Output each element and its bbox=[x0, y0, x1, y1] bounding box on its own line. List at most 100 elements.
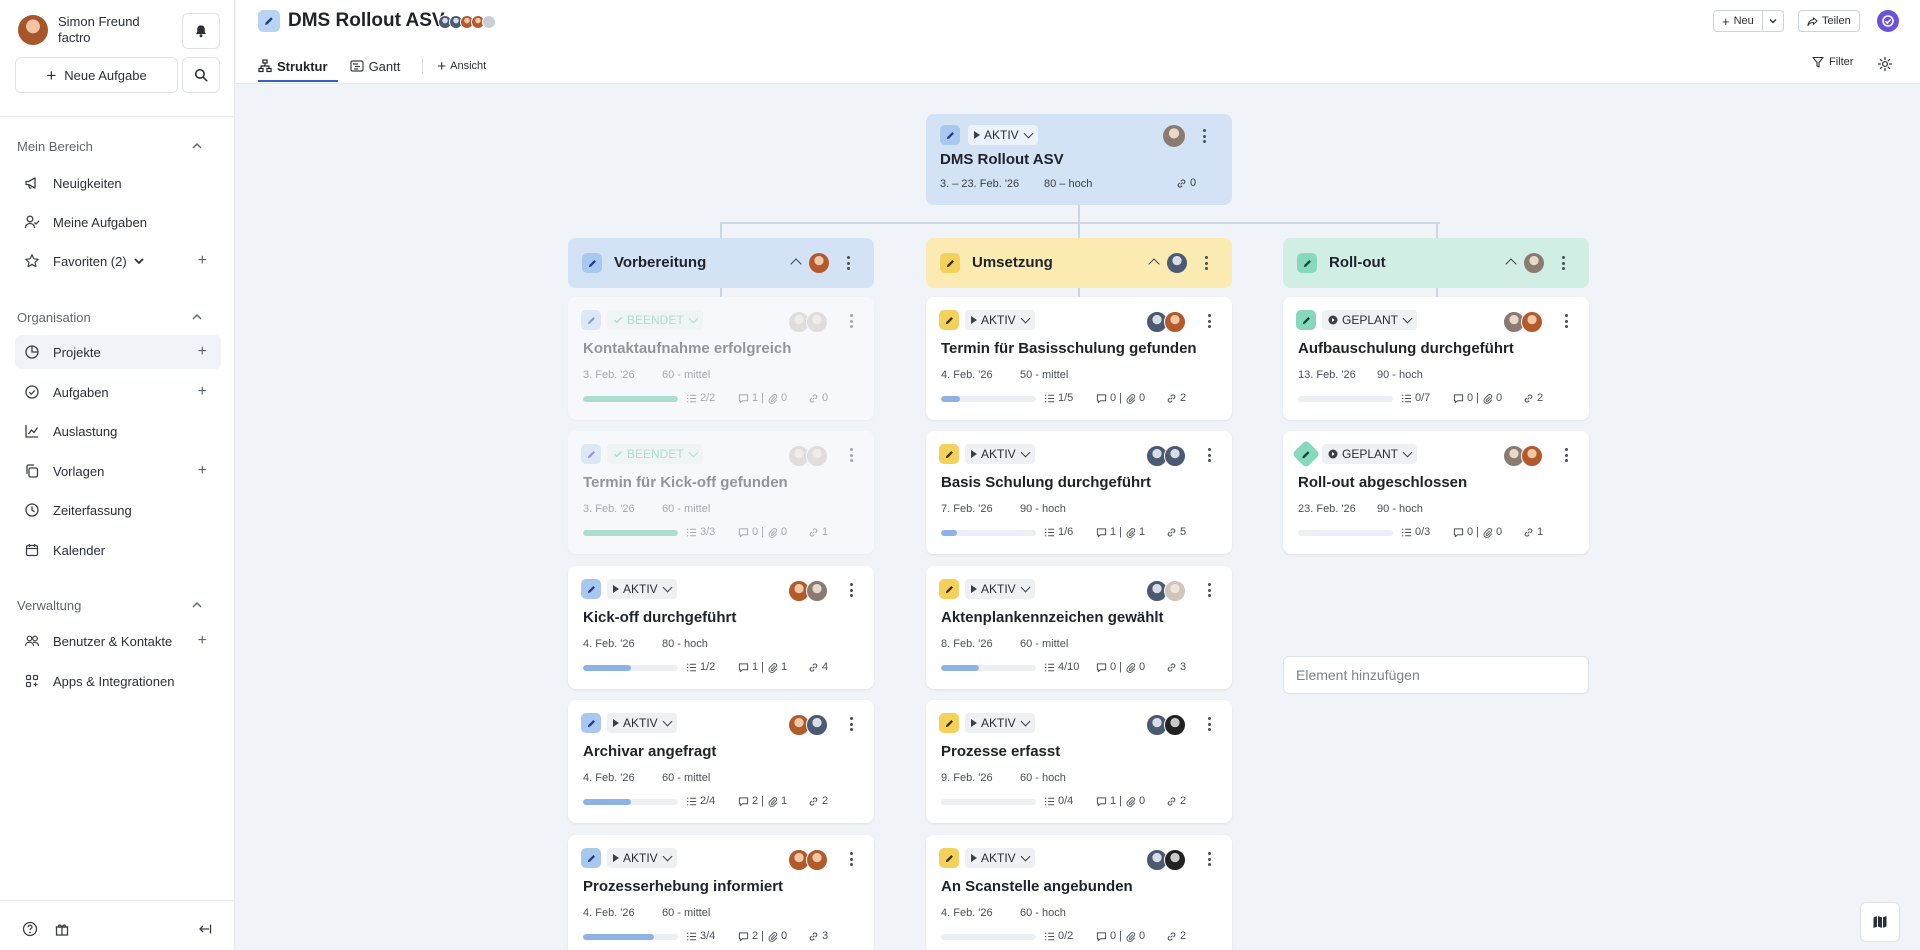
assignee-avatars[interactable] bbox=[788, 445, 828, 467]
subtask-count[interactable]: 3/4 bbox=[686, 930, 715, 942]
task-card[interactable]: AKTIV Termin für Basisschulung gefunden 4.… bbox=[926, 297, 1232, 420]
assignee-avatars[interactable] bbox=[788, 580, 828, 602]
task-links[interactable]: 4 bbox=[808, 661, 828, 673]
avatar[interactable] bbox=[1167, 253, 1187, 273]
status-dropdown[interactable]: AKTIV bbox=[965, 444, 1035, 464]
subtask-count[interactable]: 0/2 bbox=[1044, 930, 1073, 942]
column-header-vorbereitung[interactable]: Vorbereitung bbox=[568, 238, 874, 288]
comments-attachments[interactable]: 2 | 0 bbox=[738, 930, 787, 942]
subtask-count[interactable]: 1/2 bbox=[686, 661, 715, 673]
add-user-icon[interactable]: + bbox=[198, 633, 207, 649]
more-menu-icon[interactable] bbox=[1204, 256, 1208, 270]
avatar[interactable] bbox=[1163, 125, 1185, 147]
tab-struktur[interactable]: Struktur bbox=[258, 56, 328, 76]
chevron-up-icon[interactable] bbox=[1505, 258, 1517, 270]
comments-attachments[interactable]: 0 | 0 bbox=[1453, 392, 1502, 404]
help-icon[interactable] bbox=[22, 921, 38, 937]
sidebar-item-auslastung[interactable]: Auslastung bbox=[15, 414, 221, 448]
comments-attachments[interactable]: 1 | 0 bbox=[1096, 795, 1145, 807]
subtask-count[interactable]: 4/10 bbox=[1044, 661, 1079, 673]
assignee-avatars[interactable] bbox=[1503, 445, 1543, 467]
task-card[interactable]: AKTIV Prozesse erfasst 9. Feb. '26 60 - hoc… bbox=[926, 700, 1232, 823]
task-card[interactable]: AKTIV Prozesserhebung informiert 4. Feb. '… bbox=[568, 835, 874, 950]
task-links[interactable]: 3 bbox=[1166, 661, 1186, 673]
chevron-up-icon[interactable] bbox=[190, 598, 204, 612]
sidebar-item-apps[interactable]: Apps & Integrationen bbox=[15, 664, 221, 698]
more-menu-icon[interactable] bbox=[849, 717, 853, 731]
status-dropdown[interactable]: BEENDET bbox=[607, 444, 703, 464]
more-menu-icon[interactable] bbox=[1207, 852, 1211, 866]
chevron-up-icon[interactable] bbox=[190, 139, 204, 153]
project-root-card[interactable]: AKTIV DMS Rollout ASV 3. – 23. Feb. '26 … bbox=[926, 114, 1232, 205]
task-links[interactable]: 1 bbox=[1523, 526, 1543, 538]
sidebar-item-favoriten[interactable]: Favoriten (2) + bbox=[15, 244, 221, 278]
more-menu-icon[interactable] bbox=[849, 852, 853, 866]
status-dropdown[interactable]: AKTIV bbox=[607, 848, 677, 868]
subtask-count[interactable]: 2/2 bbox=[686, 392, 715, 404]
comments-attachments[interactable]: 0 | 0 bbox=[1096, 661, 1145, 673]
assignee-avatars[interactable] bbox=[788, 714, 828, 736]
search-button[interactable] bbox=[182, 57, 220, 93]
comments-attachments[interactable]: 1 | 0 bbox=[738, 392, 787, 404]
task-card[interactable]: GEPLANT Aufbauschulung durchgeführt 13. Fe… bbox=[1283, 297, 1589, 420]
chevron-up-icon[interactable] bbox=[190, 310, 204, 324]
filter-button[interactable]: Filter bbox=[1812, 56, 1853, 68]
task-card[interactable]: GEPLANT Roll-out abgeschlossen 23. Feb. '2… bbox=[1283, 431, 1589, 554]
new-task-button[interactable]: + Neue Aufgabe bbox=[15, 57, 178, 93]
comments-attachments[interactable]: 0 | 0 bbox=[738, 526, 787, 538]
task-card[interactable]: AKTIV Aktenplankennzeichen gewählt 8. Feb.… bbox=[926, 566, 1232, 689]
task-card[interactable]: AKTIV An Scanstelle angebunden 4. Feb. '26… bbox=[926, 835, 1232, 950]
task-links[interactable]: 2 bbox=[808, 795, 828, 807]
subtask-count[interactable]: 1/5 bbox=[1044, 392, 1073, 404]
more-menu-icon[interactable] bbox=[1207, 448, 1211, 462]
status-dropdown[interactable]: GEPLANT bbox=[1322, 310, 1418, 330]
add-project-icon[interactable]: + bbox=[198, 344, 207, 360]
sidebar-item-vorlagen[interactable]: Vorlagen + bbox=[15, 454, 221, 488]
assignee-avatars[interactable] bbox=[788, 311, 828, 333]
assignee-avatars[interactable] bbox=[1146, 445, 1186, 467]
minimap-button[interactable] bbox=[1860, 902, 1900, 942]
task-links[interactable]: 0 bbox=[808, 392, 828, 404]
more-menu-icon[interactable] bbox=[849, 583, 853, 597]
avatar[interactable] bbox=[809, 253, 829, 273]
assignee-avatars[interactable] bbox=[1146, 311, 1186, 333]
member-avatars[interactable] bbox=[438, 15, 496, 29]
task-card[interactable]: BEENDET Kontaktaufnahme erfolgreich 3. Feb… bbox=[568, 297, 874, 420]
more-menu-icon[interactable] bbox=[1207, 314, 1211, 328]
assignee-avatars[interactable] bbox=[1146, 849, 1186, 871]
more-menu-icon[interactable] bbox=[1564, 314, 1568, 328]
sidebar-item-aufgaben[interactable]: Aufgaben + bbox=[15, 375, 221, 409]
avatar[interactable] bbox=[1524, 253, 1544, 273]
status-dropdown[interactable]: AKTIV bbox=[965, 848, 1035, 868]
more-menu-icon[interactable] bbox=[1207, 583, 1211, 597]
more-menu-icon[interactable] bbox=[849, 448, 853, 462]
status-dropdown[interactable]: AKTIV bbox=[968, 125, 1038, 145]
more-menu-icon[interactable] bbox=[849, 314, 853, 328]
subtask-count[interactable]: 0/4 bbox=[1044, 795, 1073, 807]
task-links[interactable]: 2 bbox=[1166, 930, 1186, 942]
sidebar-item-meine-aufgaben[interactable]: Meine Aufgaben bbox=[15, 205, 221, 239]
task-card[interactable]: BEENDET Termin für Kick-off gefunden 3. Fe… bbox=[568, 431, 874, 554]
collapse-sidebar-icon[interactable] bbox=[197, 921, 213, 937]
task-card[interactable]: AKTIV Basis Schulung durchgeführt 7. Feb. … bbox=[926, 431, 1232, 554]
status-dropdown[interactable]: AKTIV bbox=[607, 713, 677, 733]
task-links[interactable]: 3 bbox=[808, 930, 828, 942]
task-links[interactable]: 2 bbox=[1166, 392, 1186, 404]
add-element-input[interactable]: Element hinzufügen bbox=[1283, 656, 1589, 694]
assignee-avatars[interactable] bbox=[1146, 714, 1186, 736]
project-links[interactable]: 0 bbox=[1176, 177, 1196, 189]
new-dropdown-button[interactable] bbox=[1763, 16, 1783, 26]
new-button[interactable]: + Neu bbox=[1714, 11, 1763, 31]
status-dropdown[interactable]: GEPLANT bbox=[1322, 444, 1418, 464]
subtask-count[interactable]: 2/4 bbox=[686, 795, 715, 807]
comments-attachments[interactable]: 2 | 1 bbox=[738, 795, 787, 807]
assignee-avatars[interactable] bbox=[1503, 311, 1543, 333]
share-button[interactable]: Teilen bbox=[1798, 10, 1860, 32]
notifications-button[interactable] bbox=[182, 13, 220, 49]
status-dropdown[interactable]: AKTIV bbox=[965, 713, 1035, 733]
sidebar-item-kalender[interactable]: Kalender bbox=[15, 533, 221, 567]
assignee-avatars[interactable] bbox=[788, 849, 828, 871]
chevron-up-icon[interactable] bbox=[790, 258, 802, 270]
task-links[interactable]: 5 bbox=[1166, 526, 1186, 538]
add-task-icon[interactable]: + bbox=[198, 384, 207, 400]
